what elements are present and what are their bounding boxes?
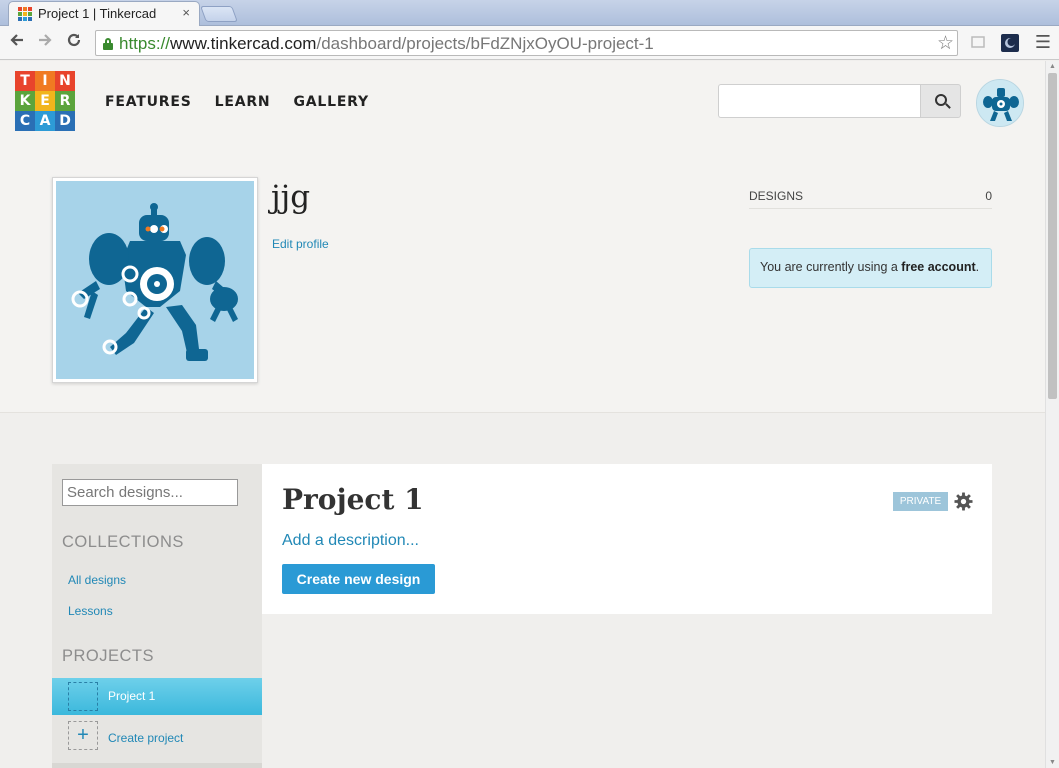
tab-title: Project 1 | Tinkercad — [38, 6, 157, 21]
create-new-design-button[interactable]: Create new design — [282, 564, 435, 594]
designs-stat-value: 0 — [985, 189, 992, 203]
scroll-up-icon[interactable]: ▲ — [1049, 63, 1056, 70]
url-text: https://www.tinkercad.com/dashboard/proj… — [119, 34, 654, 53]
new-tab-button[interactable] — [200, 6, 238, 22]
project-name: Project 1 — [108, 689, 156, 703]
sidebar-item-project-1[interactable]: Project 1 — [52, 678, 262, 715]
account-notice: You are currently using a free account. — [749, 248, 992, 288]
project-thumbnail — [68, 682, 98, 711]
forward-arrow-icon[interactable] — [34, 32, 56, 54]
avatar[interactable] — [976, 79, 1024, 127]
search-designs-input[interactable] — [62, 479, 238, 506]
page-viewport: T I N K E R C A D FEATURES LEARN GALLERY — [0, 61, 1045, 768]
edit-profile-link[interactable]: Edit profile — [272, 237, 329, 251]
account-type: free account — [901, 260, 976, 274]
extension-icon[interactable] — [1001, 34, 1019, 52]
main-nav: FEATURES LEARN GALLERY — [105, 94, 369, 110]
profile-photo — [52, 177, 258, 383]
project-panel: Project 1 Add a description... Create ne… — [262, 464, 992, 614]
collections-heading: COLLECTIONS — [62, 533, 184, 551]
scrollbar-thumb[interactable] — [1048, 73, 1057, 399]
browser-toolbar: https://www.tinkercad.com/dashboard/proj… — [0, 26, 1059, 60]
profile-hero: T I N K E R C A D FEATURES LEARN GALLERY — [0, 61, 1045, 413]
site-search-input[interactable] — [718, 84, 921, 118]
nav-features[interactable]: FEATURES — [105, 94, 192, 110]
address-bar[interactable]: https://www.tinkercad.com/dashboard/proj… — [95, 30, 958, 56]
robot-avatar-icon — [56, 181, 254, 379]
reload-icon[interactable] — [63, 32, 85, 54]
username: jjg — [271, 179, 311, 215]
plus-icon: + — [68, 721, 98, 750]
back-arrow-icon[interactable] — [6, 32, 28, 54]
designs-sidebar: COLLECTIONS All designs Lessons PROJECTS… — [52, 464, 262, 768]
tab-close-icon[interactable]: × — [182, 5, 190, 20]
page-scrollbar[interactable]: ▲ ▼ — [1045, 61, 1059, 768]
page-title: Project 1 — [282, 483, 424, 516]
search-icon — [935, 94, 947, 106]
gear-icon[interactable] — [954, 492, 973, 511]
create-project-label: Create project — [108, 731, 184, 745]
scroll-down-icon[interactable]: ▼ — [1049, 759, 1056, 766]
nav-learn[interactable]: LEARN — [215, 94, 271, 110]
site-search-button[interactable] — [920, 84, 961, 118]
browser-tab[interactable]: Project 1 | Tinkercad × — [8, 1, 200, 26]
visibility-badge[interactable]: PRIVATE — [893, 492, 948, 511]
browser-menu-icon[interactable]: ☰ — [1035, 32, 1051, 53]
sidebar-item-lessons[interactable]: Lessons — [68, 604, 113, 618]
projects-heading: PROJECTS — [62, 647, 155, 665]
cast-icon[interactable] — [970, 34, 988, 52]
tinkercad-logo[interactable]: T I N K E R C A D — [15, 71, 75, 131]
nav-gallery[interactable]: GALLERY — [293, 94, 368, 110]
site-search — [718, 84, 961, 118]
lock-icon — [103, 38, 113, 50]
create-project-button[interactable]: + Create project — [52, 718, 262, 755]
add-description-link[interactable]: Add a description... — [282, 532, 419, 550]
bookmark-star-icon[interactable]: ☆ — [937, 32, 954, 55]
designs-stat: DESIGNS 0 — [749, 187, 992, 209]
tinkercad-favicon-icon — [18, 7, 32, 21]
browser-tab-strip: Project 1 | Tinkercad × — [0, 0, 1059, 26]
designs-stat-label: DESIGNS — [749, 189, 804, 203]
sidebar-divider — [52, 763, 262, 768]
sidebar-item-all-designs[interactable]: All designs — [68, 573, 126, 587]
